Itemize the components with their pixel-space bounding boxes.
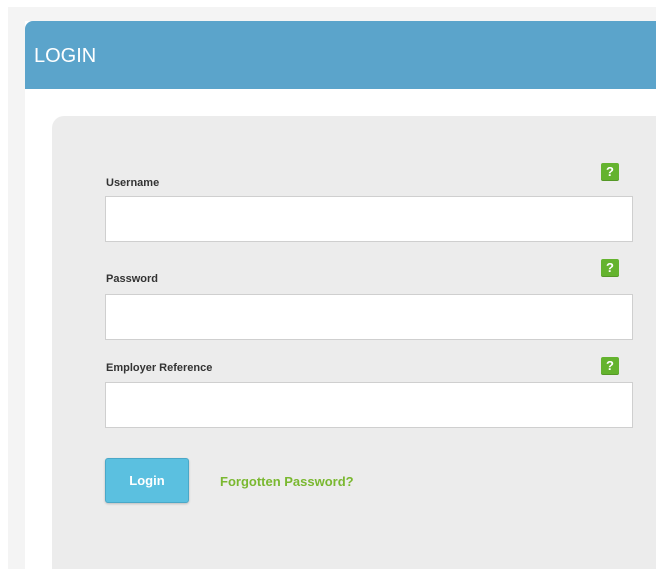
password-input[interactable] — [105, 294, 633, 340]
employer-reference-help-icon[interactable]: ? — [601, 357, 619, 375]
username-label: Username — [106, 177, 160, 189]
login-header: LOGIN — [25, 21, 656, 89]
login-button[interactable]: Login — [105, 458, 189, 503]
username-input[interactable] — [105, 196, 633, 242]
password-help-icon[interactable]: ? — [601, 259, 619, 277]
employer-reference-input[interactable] — [105, 382, 633, 428]
forgotten-password-link[interactable]: Forgotten Password? — [220, 474, 354, 489]
password-label: Password — [106, 273, 158, 285]
employer-reference-label: Employer Reference — [106, 362, 213, 374]
page-title: LOGIN — [34, 45, 97, 67]
username-help-icon[interactable]: ? — [601, 163, 619, 181]
